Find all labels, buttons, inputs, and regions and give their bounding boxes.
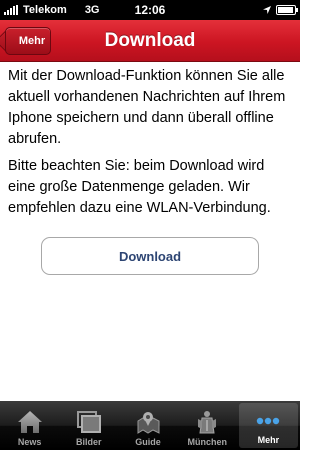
tab-label-bilder: Bilder — [76, 437, 102, 447]
status-bar: Telekom 3G 12:06 — [0, 0, 300, 20]
description-text: Mit der Download-Funktion können Sie all… — [8, 66, 294, 225]
location-arrow-icon — [263, 6, 271, 14]
tab-news[interactable]: News — [0, 401, 59, 450]
status-time: 12:06 — [134, 3, 166, 17]
battery-icon — [276, 5, 298, 15]
tab-label-guide: Guide — [135, 437, 161, 447]
tab-label-mehr: Mehr — [257, 435, 280, 445]
tab-mehr[interactable]: Mehr — [238, 403, 299, 448]
tab-bilder[interactable]: Bilder — [59, 401, 118, 450]
description-paragraph-1: Mit der Download-Funktion können Sie all… — [8, 68, 286, 147]
navigation-bar: Download Mehr — [0, 20, 300, 62]
download-button[interactable]: Download — [41, 237, 259, 275]
tab-muenchen[interactable]: München — [178, 401, 237, 450]
back-button[interactable]: Mehr — [5, 27, 51, 55]
description-paragraph-2: Bitte beachten Sie: beim Download wird e… — [8, 158, 271, 216]
tab-guide[interactable]: Guide — [118, 401, 177, 450]
more-dots-icon — [257, 417, 280, 425]
map-pin-icon — [137, 412, 160, 434]
munich-emblem-icon — [198, 411, 217, 434]
tab-label-news: News — [17, 437, 42, 447]
pictures-icon — [76, 411, 101, 433]
house-icon — [17, 411, 42, 433]
tab-label-muenchen: München — [187, 437, 227, 447]
tab-bar: News Bilder Guide München Mehr — [0, 401, 300, 450]
